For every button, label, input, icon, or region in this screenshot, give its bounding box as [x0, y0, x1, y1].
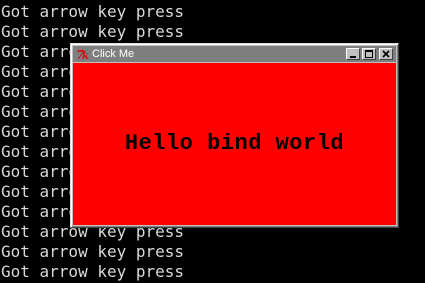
console-line: Got arrow key press: [1, 2, 185, 21]
console-line: Got arrow key press: [1, 262, 185, 281]
maximize-button[interactable]: [362, 48, 376, 60]
console-line: Got arrow key press: [1, 242, 185, 261]
minimize-button[interactable]: [346, 48, 360, 60]
window-titlebar[interactable]: 7 k Click Me: [73, 46, 396, 62]
click-me-window[interactable]: 7 k Click Me Hello bind world: [70, 43, 399, 228]
svg-text:k: k: [82, 51, 89, 61]
tk-feather-icon: 7 k: [76, 47, 90, 62]
console-line: Got arrow key press: [1, 22, 185, 41]
window-title: Click Me: [92, 48, 135, 60]
hello-label: Hello bind world: [124, 131, 345, 156]
close-button[interactable]: [379, 48, 393, 60]
red-canvas[interactable]: Hello bind world: [73, 63, 396, 225]
